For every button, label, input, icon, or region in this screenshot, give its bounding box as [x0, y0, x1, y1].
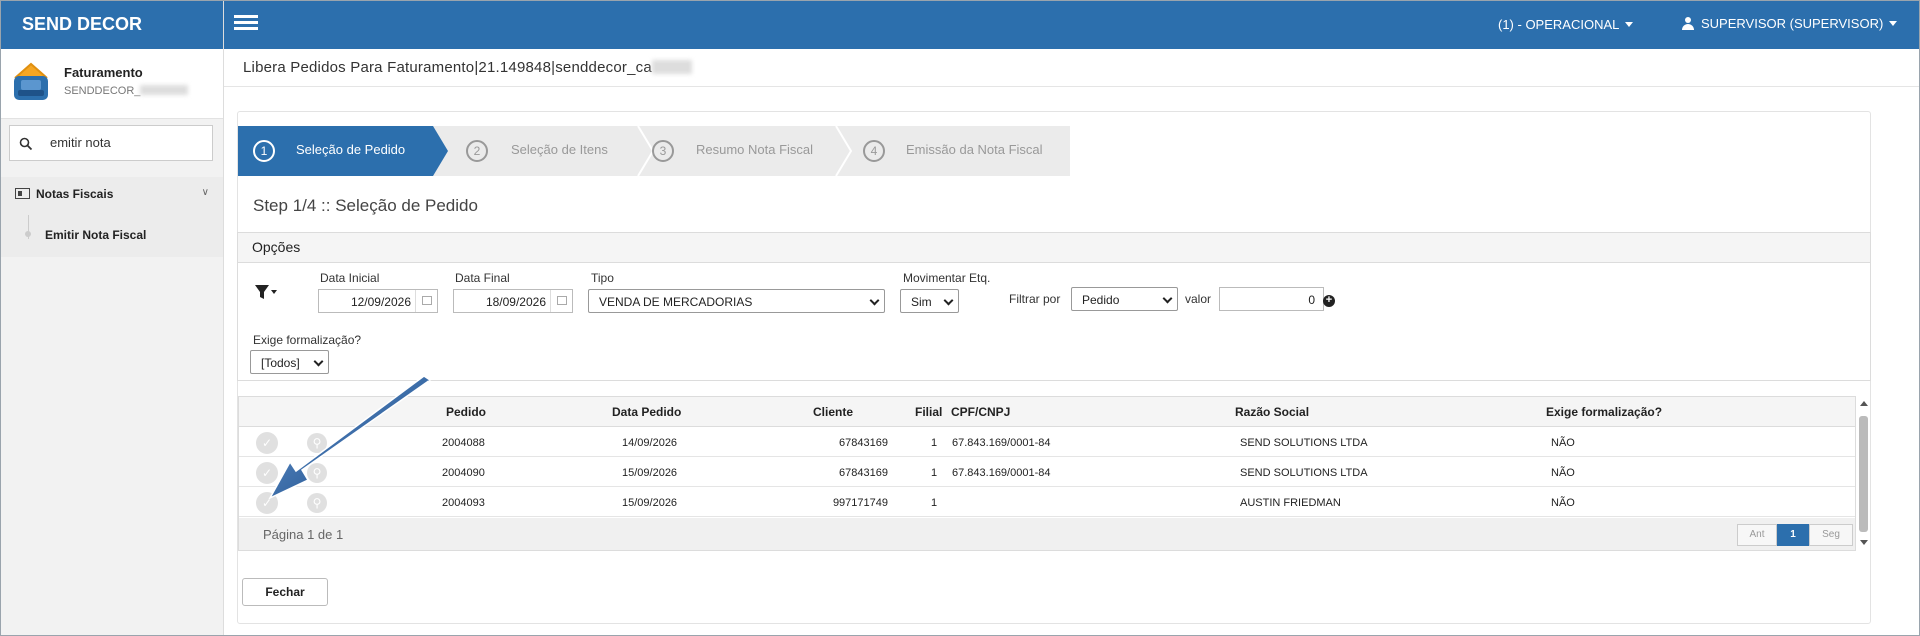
col-cliente[interactable]: Cliente	[813, 405, 853, 419]
calendar-icon[interactable]	[550, 290, 572, 312]
data-final-label: Data Final	[455, 271, 510, 285]
data-final-input[interactable]: 18/09/2026	[453, 289, 573, 313]
pager-prev-button[interactable]: Ant	[1737, 524, 1777, 546]
cell-data: 15/09/2026	[622, 467, 678, 479]
module-header: Faturamento SENDDECOR_	[1, 49, 223, 119]
cell-exige: NÃO	[1551, 467, 1575, 479]
scroll-thumb[interactable]	[1859, 416, 1868, 532]
user-icon	[1682, 17, 1694, 30]
module-subtitle: SENDDECOR_	[64, 85, 189, 97]
filtrar-por-label: Filtrar por	[1009, 292, 1061, 306]
cell-razao: SEND SOLUTIONS LTDA	[1240, 437, 1368, 449]
menu-search-input[interactable]	[50, 135, 200, 150]
cell-filial: 1	[931, 437, 938, 449]
menu-toggle-icon[interactable]	[234, 15, 258, 33]
wizard-step-1[interactable]: 1 Seleção de Pedido	[238, 126, 448, 176]
calendar-icon[interactable]	[415, 290, 437, 312]
step-heading: Step 1/4 :: Seleção de Pedido	[253, 196, 478, 215]
table-row[interactable]: ✓ ⚲ 2004090 15/09/2026 67843169 1 67.843…	[239, 457, 1855, 487]
sidebar: SEND DECOR Faturamento SENDDECOR_ Notas …	[1, 1, 224, 635]
nav-group-header[interactable]: Notas Fiscais	[15, 187, 113, 201]
col-cpf-cnpj[interactable]: CPF/CNPJ	[951, 405, 1010, 419]
orders-table: Pedido Data Pedido Cliente Filial CPF/CN…	[238, 396, 1856, 551]
cell-data: 15/09/2026	[622, 497, 678, 509]
table-footer: Página 1 de 1 Ant 1 Seg	[239, 518, 1855, 550]
chevron-down-icon[interactable]: ∨	[202, 187, 209, 198]
options-title: Opções	[238, 233, 1870, 263]
sofa-icon	[14, 62, 48, 100]
cell-cliente: 67843169	[839, 437, 888, 449]
cell-razao: AUSTIN FRIEDMAN	[1240, 497, 1341, 509]
environment-dropdown[interactable]: (1) - OPERACIONAL	[1498, 17, 1634, 32]
topbar: (1) - OPERACIONAL SUPERVISOR (SUPERVISOR…	[224, 1, 1919, 49]
table-row[interactable]: ✓ ⚲ 2004093 15/09/2026 997171749 1 AUSTI…	[239, 487, 1855, 517]
table-scrollbar[interactable]	[1859, 401, 1868, 548]
wizard-steps: 1 Seleção de Pedido 2 Seleção de Itens 3…	[238, 126, 1070, 176]
cell-cliente: 67843169	[839, 467, 888, 479]
pager-next-button[interactable]: Seg	[1809, 524, 1853, 546]
tipo-label: Tipo	[591, 271, 614, 285]
exige-formalizacao-select[interactable]: [Todos]	[250, 350, 329, 374]
col-exige-formalizacao[interactable]: Exige formalização?	[1546, 405, 1662, 419]
document-icon	[15, 188, 30, 199]
cell-pedido: 2004090	[442, 467, 485, 479]
chevron-down-icon	[313, 356, 324, 367]
cell-cliente: 997171749	[832, 497, 888, 509]
divider	[224, 86, 1919, 87]
movimentar-label: Movimentar Etq.	[903, 271, 991, 285]
valor-label: valor	[1185, 292, 1212, 306]
movimentar-select[interactable]: Sim	[900, 289, 959, 313]
table-row[interactable]: ✓ ⚲ 2004088 14/09/2026 67843169 1 67.843…	[239, 427, 1855, 457]
col-data-pedido[interactable]: Data Pedido	[612, 405, 681, 419]
user-dropdown[interactable]: SUPERVISOR (SUPERVISOR)	[1682, 16, 1898, 31]
cell-razao: SEND SOLUTIONS LTDA	[1240, 467, 1368, 479]
data-inicial-input[interactable]: 12/09/2026	[318, 289, 438, 313]
pagination: Ant 1 Seg	[1737, 524, 1853, 546]
cell-pedido: 2004093	[442, 497, 485, 509]
page-title: Libera Pedidos Para Faturamento|21.14984…	[243, 59, 692, 76]
cell-data: 14/09/2026	[622, 437, 678, 449]
tipo-select[interactable]: VENDA DE MERCADORIAS	[588, 289, 885, 313]
col-pedido[interactable]: Pedido	[446, 405, 486, 419]
pager-page-1[interactable]: 1	[1777, 524, 1809, 546]
col-filial[interactable]: Filial	[915, 405, 942, 419]
annotation-arrow-icon	[268, 376, 432, 500]
module-title: Faturamento	[64, 65, 143, 80]
filter-icon[interactable]	[255, 284, 277, 300]
brand-logo[interactable]: SEND DECOR	[1, 1, 223, 49]
exige-formalizacao-label: Exige formalização?	[253, 333, 362, 347]
scroll-down-icon[interactable]	[1860, 540, 1868, 545]
page-info: Página 1 de 1	[263, 527, 344, 542]
cell-exige: NÃO	[1551, 437, 1575, 449]
add-filter-icon[interactable]: +	[1323, 295, 1335, 307]
wizard-step-2[interactable]: 2 Seleção de Itens	[448, 126, 638, 176]
search-icon	[19, 137, 33, 151]
data-inicial-label: Data Inicial	[320, 271, 380, 285]
valor-input[interactable]: 0	[1219, 287, 1324, 311]
nav-item-emitir-nota-fiscal[interactable]: Emitir Nota Fiscal	[45, 228, 146, 242]
filtrar-por-select[interactable]: Pedido	[1071, 287, 1178, 311]
chevron-down-icon	[1162, 293, 1173, 304]
nav-group-notas-fiscais: Notas Fiscais ∨ Emitir Nota Fiscal	[1, 177, 223, 257]
col-razao-social[interactable]: Razão Social	[1235, 405, 1309, 419]
cell-exige: NÃO	[1551, 497, 1575, 509]
tree-dot	[25, 231, 31, 237]
scroll-up-icon[interactable]	[1860, 401, 1868, 406]
cell-cpf: 67.843.169/0001-84	[952, 437, 1051, 449]
wizard-step-4[interactable]: 4 Emissão da Nota Fiscal	[836, 126, 1070, 176]
chevron-down-icon	[943, 295, 954, 306]
cell-filial: 1	[931, 467, 938, 479]
table-header: Pedido Data Pedido Cliente Filial CPF/CN…	[239, 397, 1855, 427]
close-button[interactable]: Fechar	[242, 578, 328, 606]
cell-pedido: 2004088	[442, 437, 485, 449]
cell-cpf: 67.843.169/0001-84	[952, 467, 1051, 479]
cell-filial: 1	[931, 497, 938, 509]
chevron-down-icon	[869, 295, 880, 306]
menu-search[interactable]	[9, 125, 213, 161]
wizard-step-3[interactable]: 3 Resumo Nota Fiscal	[638, 126, 836, 176]
